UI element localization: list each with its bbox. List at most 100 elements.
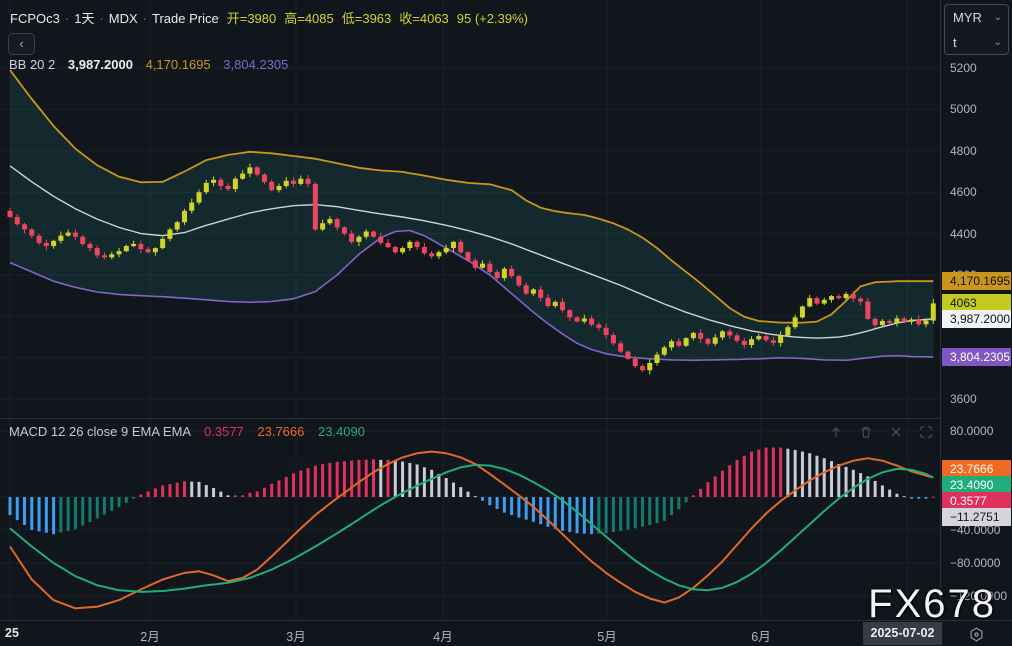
bb-upper-value: 4,170.1695 [146, 57, 211, 72]
delete-pane-icon[interactable] [858, 424, 878, 440]
macd-hist-bar [706, 482, 709, 497]
macd-hist-bar [299, 471, 302, 497]
candle-body [138, 244, 143, 249]
macd-hist-bar [692, 495, 695, 497]
candle-body [175, 222, 180, 229]
bb-basis-value: 3,987.2000 [68, 57, 133, 72]
candle-body [73, 233, 78, 237]
month-label: 6月 [751, 626, 770, 645]
candle-body [262, 175, 267, 182]
candle-body [502, 269, 507, 278]
macd-hist-bar [408, 463, 411, 497]
candle-body [182, 211, 187, 222]
macd-hist-bar [583, 497, 586, 534]
candle-body [894, 318, 899, 323]
close-pane-icon[interactable] [888, 424, 908, 440]
macd-hist-bar [270, 484, 273, 497]
candle-body [575, 317, 580, 321]
macd-hist-bar [510, 497, 513, 515]
price-tag[interactable]: 4,170.1695 [942, 272, 1011, 290]
macd-hist-bar [292, 473, 295, 497]
symbol-name[interactable]: FCPOc3 [10, 11, 60, 26]
candle-body [625, 352, 630, 359]
currency-dropdown[interactable]: MYR ⌄ [945, 5, 1008, 30]
macd-hist-bar [30, 497, 33, 530]
candle-body [516, 276, 521, 285]
macd-hist-bar [786, 449, 789, 497]
candle-body [335, 219, 340, 227]
candle-body [356, 237, 361, 242]
back-button[interactable]: ‹ [8, 33, 35, 55]
candle-body [466, 252, 471, 260]
pane-separator[interactable] [0, 418, 1012, 419]
candle-body [80, 237, 85, 244]
axis-settings-button[interactable] [941, 621, 1012, 646]
candle-body [458, 242, 463, 252]
macd-tag[interactable]: −11.2751 [942, 508, 1011, 526]
move-pane-up-icon[interactable] [828, 424, 848, 440]
macd-hist-bar [605, 497, 608, 533]
candle-body [698, 333, 703, 339]
macd-hist-bar [241, 495, 244, 497]
candle-body [371, 232, 376, 237]
candle-body [785, 327, 790, 335]
candle-body [509, 269, 514, 276]
macd-hist-bar [459, 487, 462, 497]
price-tag[interactable]: 3,987.2000 [942, 310, 1011, 328]
macd-hist-bar [198, 482, 201, 497]
candle-body [778, 335, 783, 342]
candle-body [306, 179, 311, 184]
candle-body [444, 248, 449, 252]
macd-hist-bar [452, 483, 455, 497]
maximize-pane-icon[interactable] [918, 424, 938, 440]
candle-body [553, 302, 558, 306]
macd-hist-bar [372, 459, 375, 497]
bb-legend[interactable]: BB 20 2 3,987.2000 4,170.1695 3,804.2305 [9, 57, 288, 72]
candle-body [269, 182, 274, 190]
candle-body [102, 255, 107, 257]
macd-hist-bar [503, 497, 506, 513]
macd-hist-bar [379, 460, 382, 497]
macd-hist-bar [168, 484, 171, 497]
candle-body [596, 325, 601, 328]
ohlc-open: 开=3980 [227, 11, 277, 26]
candle-body [8, 211, 13, 217]
macd-hist-bar [641, 497, 644, 527]
candle-body [473, 261, 478, 268]
macd-hist-bar [205, 485, 208, 497]
candle-body [604, 328, 609, 335]
macd-hist-bar [772, 448, 775, 498]
candle-body [684, 338, 689, 346]
macd-hist-bar [219, 492, 222, 497]
candle-body [647, 363, 652, 370]
axis-unit-box: MYR ⌄ t ⌄ [944, 4, 1009, 55]
macd-hist-bar [568, 497, 571, 532]
candle-body [611, 335, 616, 343]
macd-pane-toolbar [828, 424, 938, 440]
candle-body [618, 343, 623, 351]
price-axis[interactable]: MYR ⌄ t ⌄ 520050004800460044004200400038… [940, 0, 1012, 620]
macd-hist-bar [67, 497, 70, 531]
candle-body [756, 336, 761, 339]
year-label: 25 [5, 626, 19, 640]
change-value: 95 (+2.39%) [457, 11, 528, 26]
candle-body [247, 167, 252, 173]
candle-body [109, 254, 114, 257]
macd-hist-bar [648, 497, 651, 525]
macd-hist-bar [394, 461, 397, 497]
unit-dropdown[interactable]: t ⌄ [945, 30, 1008, 55]
macd-hist-bar [699, 489, 702, 497]
price-tick-label: 4600 [950, 185, 977, 199]
price-tag[interactable]: 3,804.2305 [942, 348, 1011, 366]
macd-hist-bar [837, 464, 840, 497]
chart-canvas[interactable] [0, 0, 940, 620]
candle-body [429, 253, 434, 256]
candle-body [931, 303, 936, 320]
candle-body [764, 336, 769, 340]
macd-legend[interactable]: MACD 12 26 close 9 EMA EMA 0.3577 23.766… [9, 424, 365, 439]
macd-hist-bar [139, 495, 142, 497]
candle-body [800, 306, 805, 317]
macd-hist-bar [517, 497, 520, 518]
interval-label[interactable]: 1天 [74, 11, 94, 26]
time-axis[interactable]: 2025-07-02 252月3月4月5月6月 [0, 620, 1012, 646]
